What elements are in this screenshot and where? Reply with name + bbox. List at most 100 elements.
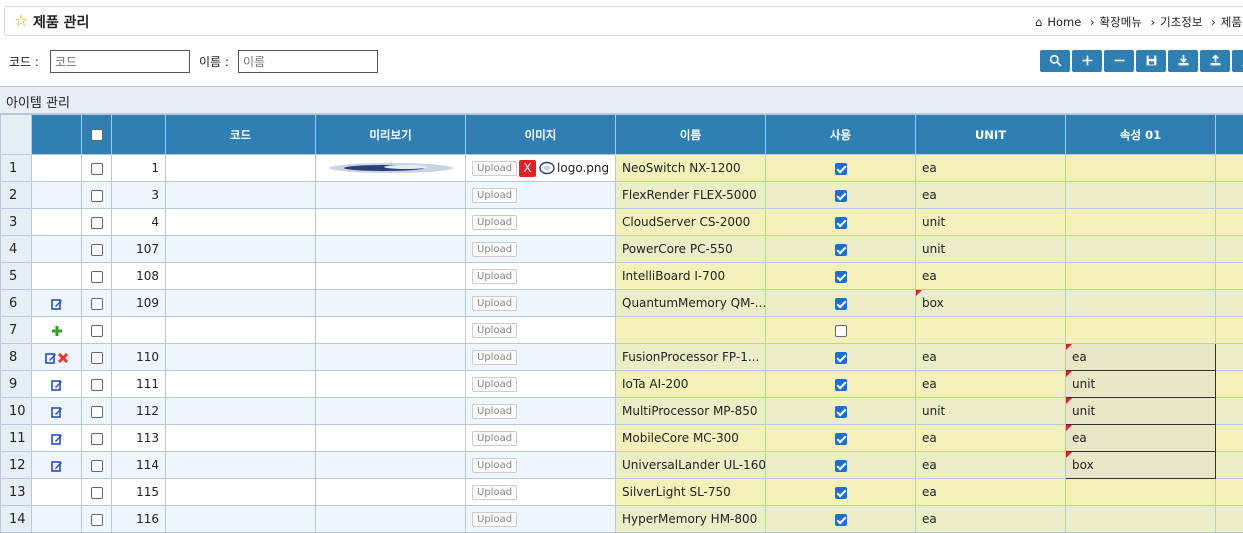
row-select[interactable] <box>82 506 112 533</box>
use-checkbox[interactable] <box>835 514 847 526</box>
row-image[interactable]: Upload <box>466 290 616 317</box>
row-checkbox[interactable] <box>91 487 103 499</box>
row-code[interactable] <box>166 155 316 182</box>
row-attr01[interactable]: unit <box>1066 398 1216 425</box>
row-checkbox[interactable] <box>91 190 103 202</box>
row-image[interactable]: Upload <box>466 506 616 533</box>
row-select[interactable] <box>82 344 112 371</box>
row-name[interactable]: MultiProcessor MP-850 <box>616 398 766 425</box>
table-row[interactable]: 34UploadCloudServer CS-2000unit <box>1 209 1243 236</box>
row-checkbox[interactable] <box>91 460 103 472</box>
row-unit[interactable]: ea <box>916 479 1066 506</box>
row-code[interactable] <box>166 452 316 479</box>
name-input[interactable] <box>238 50 378 73</box>
row-select[interactable] <box>82 263 112 290</box>
row-use[interactable] <box>766 236 916 263</box>
use-checkbox[interactable] <box>835 433 847 445</box>
row-image[interactable]: Upload <box>466 263 616 290</box>
row-name[interactable]: SilverLight SL-750 <box>616 479 766 506</box>
row-unit[interactable]: ea <box>916 263 1066 290</box>
row-unit[interactable] <box>916 317 1066 344</box>
code-input[interactable] <box>50 50 190 73</box>
row-checkbox[interactable] <box>91 163 103 175</box>
row-id[interactable]: 109 <box>112 290 166 317</box>
header-preview[interactable]: 미리보기 <box>316 115 466 155</box>
row-id[interactable]: 4 <box>112 209 166 236</box>
row-checkbox[interactable] <box>91 217 103 229</box>
upload-button[interactable]: Upload <box>472 323 517 338</box>
row-select[interactable] <box>82 371 112 398</box>
row-image[interactable]: Upload <box>466 209 616 236</box>
upload-button[interactable]: Upload <box>472 296 517 311</box>
use-checkbox[interactable] <box>835 217 847 229</box>
use-checkbox[interactable] <box>835 298 847 310</box>
row-select[interactable] <box>82 452 112 479</box>
row-use[interactable] <box>766 479 916 506</box>
use-checkbox[interactable] <box>835 190 847 202</box>
table-row[interactable]: 13115UploadSilverLight SL-750ea <box>1 479 1243 506</box>
row-name[interactable]: CloudServer CS-2000 <box>616 209 766 236</box>
row-image[interactable]: UploadXlogo.png <box>466 155 616 182</box>
row-attr01[interactable] <box>1066 290 1216 317</box>
row-code[interactable] <box>166 209 316 236</box>
row-attr01[interactable] <box>1066 317 1216 344</box>
row-code[interactable] <box>166 344 316 371</box>
row-unit[interactable]: unit <box>916 236 1066 263</box>
row-code[interactable] <box>166 236 316 263</box>
row-select[interactable] <box>82 155 112 182</box>
row-checkbox[interactable] <box>91 379 103 391</box>
row-image[interactable]: Upload <box>466 317 616 344</box>
row-name[interactable]: HyperMemory HM-800 <box>616 506 766 533</box>
row-use[interactable] <box>766 290 916 317</box>
row-checkbox[interactable] <box>91 298 103 310</box>
add-button[interactable] <box>1072 50 1102 72</box>
select-all-checkbox[interactable] <box>91 129 103 141</box>
row-attr01[interactable]: ea <box>1066 344 1216 371</box>
header-code[interactable]: 코드 <box>166 115 316 155</box>
row-unit[interactable]: unit <box>916 209 1066 236</box>
search-button[interactable] <box>1040 50 1070 72</box>
row-checkbox[interactable] <box>91 271 103 283</box>
row-id[interactable]: 1 <box>112 155 166 182</box>
row-select[interactable] <box>82 182 112 209</box>
upload-button[interactable]: Upload <box>472 242 517 257</box>
row-code[interactable] <box>166 317 316 344</box>
table-row[interactable]: 9111UploadIoTa AI-200eaunit <box>1 371 1243 398</box>
use-checkbox[interactable] <box>835 163 847 175</box>
breadcrumb-extmenu[interactable]: 확장메뉴 <box>1100 15 1142 29</box>
use-checkbox[interactable] <box>835 352 847 364</box>
table-row[interactable]: 23UploadFlexRender FLEX-5000ea <box>1 182 1243 209</box>
row-checkbox[interactable] <box>91 433 103 445</box>
row-code[interactable] <box>166 290 316 317</box>
row-id[interactable]: 3 <box>112 182 166 209</box>
row-name[interactable]: NeoSwitch NX-1200 <box>616 155 766 182</box>
row-id[interactable]: 111 <box>112 371 166 398</box>
row-unit[interactable]: box <box>916 290 1066 317</box>
row-name[interactable]: UniversalLander UL-1600 <box>616 452 766 479</box>
row-checkbox[interactable] <box>91 406 103 418</box>
row-unit[interactable]: ea <box>916 155 1066 182</box>
breadcrumb-home[interactable]: Home <box>1047 15 1081 29</box>
row-name[interactable]: IntelliBoard I-700 <box>616 263 766 290</box>
table-row[interactable]: 12114UploadUniversalLander UL-1600eabox <box>1 452 1243 479</box>
row-unit[interactable]: ea <box>916 506 1066 533</box>
row-unit[interactable]: ea <box>916 425 1066 452</box>
table-row[interactable]: 6109UploadQuantumMemory QM-...box <box>1 290 1243 317</box>
table-row[interactable]: 5108UploadIntelliBoard I-700ea <box>1 263 1243 290</box>
row-checkbox[interactable] <box>91 325 103 337</box>
table-row[interactable]: 7Upload <box>1 317 1243 344</box>
header-select-all[interactable] <box>82 115 112 155</box>
breadcrumb-basic[interactable]: 기초정보 <box>1160 15 1202 29</box>
use-checkbox[interactable] <box>835 487 847 499</box>
upload-button[interactable]: Upload <box>472 512 517 527</box>
row-checkbox[interactable] <box>91 514 103 526</box>
star-icon[interactable]: ☆ <box>14 11 28 30</box>
row-select[interactable] <box>82 479 112 506</box>
row-attr01[interactable] <box>1066 263 1216 290</box>
remove-button[interactable] <box>1104 50 1134 72</box>
row-attr01[interactable] <box>1066 506 1216 533</box>
row-use[interactable] <box>766 263 916 290</box>
row-select[interactable] <box>82 236 112 263</box>
row-select[interactable] <box>82 209 112 236</box>
upload-button[interactable]: Upload <box>472 188 517 203</box>
